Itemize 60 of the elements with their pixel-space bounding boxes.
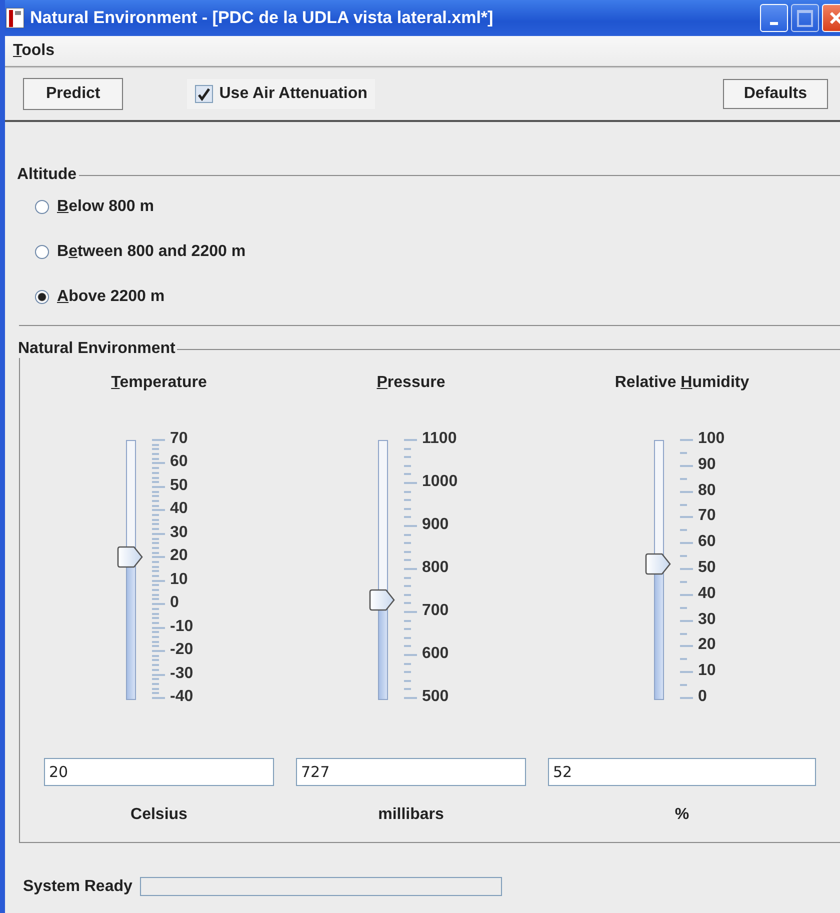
slider-track[interactable] xyxy=(654,440,664,700)
slider-track[interactable] xyxy=(126,440,136,700)
close-icon xyxy=(828,10,840,26)
tick-label: 900 xyxy=(422,516,449,534)
tick-label: 90 xyxy=(698,456,716,474)
tick-label: 1100 xyxy=(422,430,457,448)
tick-label: 20 xyxy=(698,636,716,654)
tick-label: -10 xyxy=(170,618,194,636)
slider-track[interactable] xyxy=(378,440,388,700)
tick-label: 40 xyxy=(698,584,716,603)
slider-label: Temperature xyxy=(111,374,207,393)
tick-label: 70 xyxy=(698,507,716,526)
tick-label: 10 xyxy=(170,570,188,589)
tick-label: 30 xyxy=(698,610,716,629)
value-field[interactable]: 52 xyxy=(548,758,816,786)
tick-label: 0 xyxy=(170,594,179,612)
tick-label: 60 xyxy=(698,533,716,552)
value-field[interactable]: 20 xyxy=(44,758,274,786)
tick-label: 10 xyxy=(698,662,716,680)
tick-label: 0 xyxy=(698,688,707,706)
predict-button[interactable]: Predict xyxy=(23,78,124,110)
radio-option[interactable]: Between 800 and 2200 m xyxy=(19,229,840,274)
menu-item[interactable]: Tools xyxy=(13,42,54,60)
tick-label: -20 xyxy=(170,641,194,660)
window-title: Natural Environment - [PDC de la UDLA vista lateral.xml*] xyxy=(30,8,494,28)
group-title: Natural Environment xyxy=(18,340,176,358)
slider-thumb[interactable] xyxy=(645,552,671,575)
tick-label: 30 xyxy=(170,524,188,542)
slider-label: Relative Humidity xyxy=(614,374,750,393)
unit-label: millibars xyxy=(378,806,444,824)
tick-label: -30 xyxy=(170,664,194,683)
defaults-button[interactable]: Defaults xyxy=(722,79,828,109)
air-attenuation-checkbox[interactable]: Use Air Attenuation xyxy=(187,79,376,109)
tick-label: 60 xyxy=(170,453,188,472)
tick-label: 20 xyxy=(170,547,188,566)
radio-option[interactable]: Below 800 m xyxy=(19,184,840,229)
unit-label: Celsius xyxy=(130,806,188,824)
value-field[interactable]: 727 xyxy=(296,758,526,786)
tick-label: 1000 xyxy=(422,473,458,491)
status-text: System Ready xyxy=(23,878,132,896)
slider-thumb[interactable] xyxy=(117,546,143,568)
tick-label: 100 xyxy=(698,430,725,448)
unit-label: % xyxy=(674,806,690,824)
group-title: Altitude xyxy=(17,166,78,184)
tick-label: 800 xyxy=(422,559,449,577)
tick-label: 500 xyxy=(422,688,449,706)
checkbox[interactable] xyxy=(195,85,214,103)
tick-label: 50 xyxy=(698,559,716,577)
tick-label: 600 xyxy=(422,645,449,663)
tick-label: 700 xyxy=(422,602,449,620)
maximize-button[interactable] xyxy=(791,4,819,32)
minimize-button[interactable] xyxy=(760,4,788,32)
tick-label: -40 xyxy=(170,688,194,706)
radio-option[interactable]: Above 2200 m xyxy=(19,274,840,319)
tick-label: 40 xyxy=(170,500,188,518)
slider-label: Pressure xyxy=(376,374,446,393)
tick-label: 70 xyxy=(170,430,188,448)
slider-thumb[interactable] xyxy=(369,589,395,612)
tick-label: 80 xyxy=(698,482,716,500)
tick-label: 50 xyxy=(170,476,188,495)
